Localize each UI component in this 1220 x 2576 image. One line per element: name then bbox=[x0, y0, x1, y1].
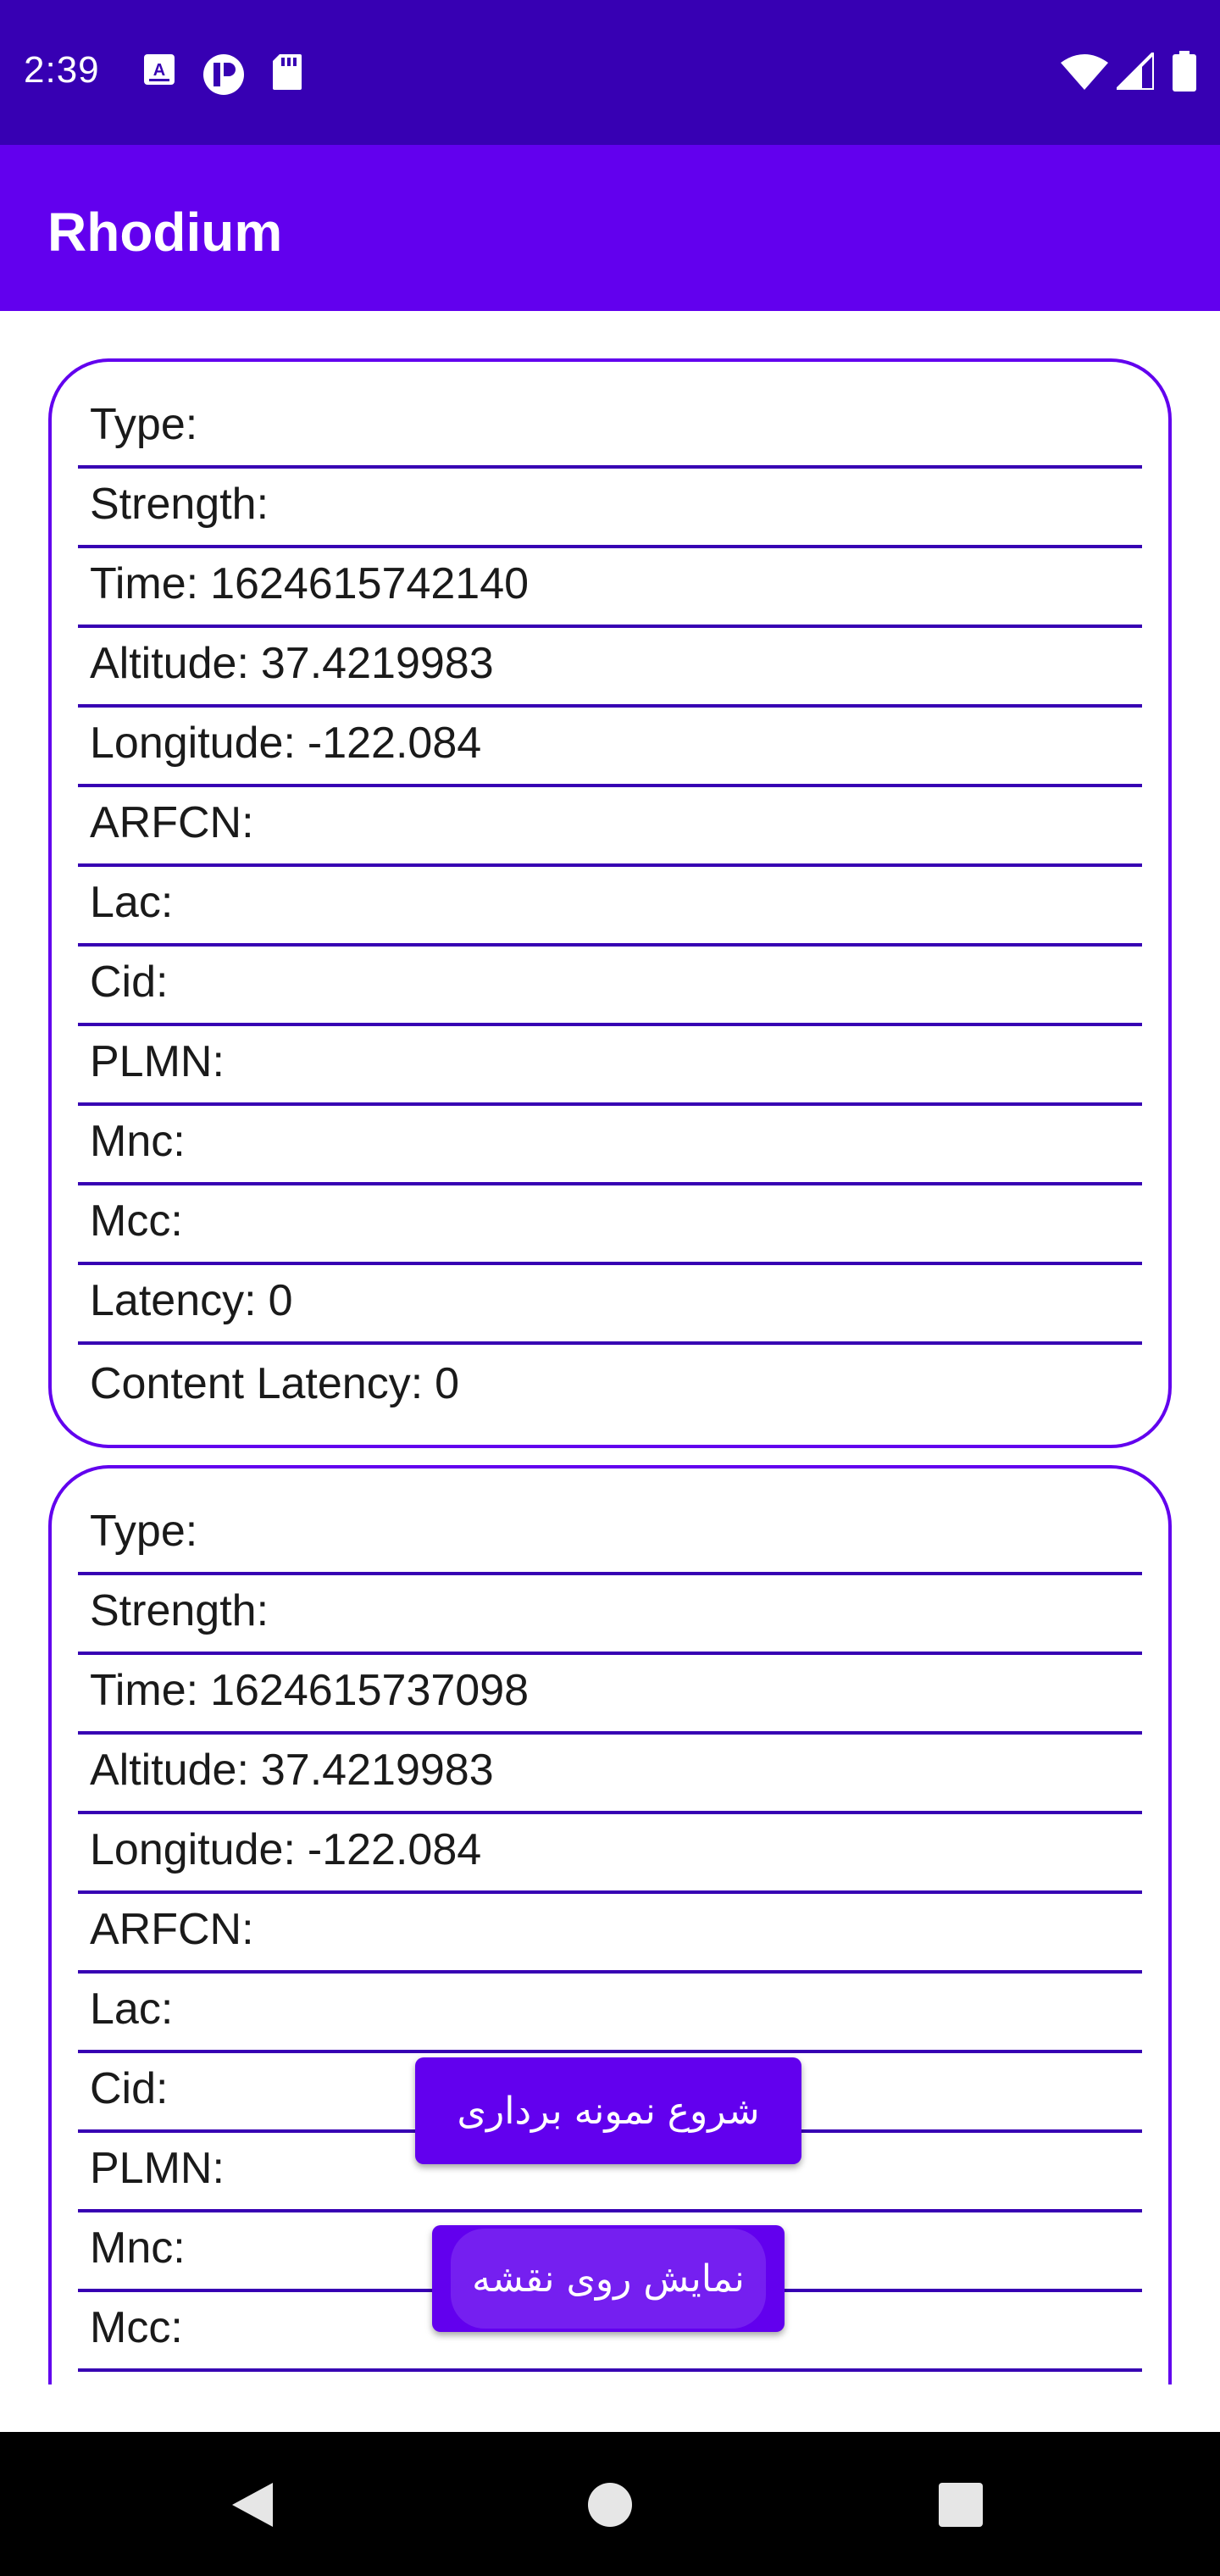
recents-icon[interactable] bbox=[937, 2481, 984, 2529]
row-label: ARFCN: bbox=[90, 1905, 254, 1954]
row-value: 1624615742140 bbox=[210, 559, 530, 608]
row-label: Altitude: bbox=[90, 639, 249, 688]
record-card: Type: Strength: Time: 1624615742140 Altit… bbox=[48, 358, 1172, 1448]
record-row-lac: Lac: bbox=[78, 1974, 1142, 2053]
record-row-arfcn: ARFCN: bbox=[78, 1894, 1142, 1974]
svg-text:A: A bbox=[153, 61, 165, 80]
record-row-longitude: Longitude: -122.084 bbox=[78, 708, 1142, 787]
row-label: Mcc: bbox=[90, 2303, 183, 2352]
show-on-map-label: نمایش روی نقشه bbox=[472, 2257, 745, 2301]
record-row-latency: Latency: 0 bbox=[78, 1265, 1142, 1345]
row-value: 37.4219983 bbox=[260, 639, 494, 688]
row-label: Strength: bbox=[90, 480, 269, 529]
battery-icon bbox=[1173, 51, 1196, 92]
record-row-strength: Strength: bbox=[78, 469, 1142, 548]
app-title: Rhodium bbox=[47, 202, 283, 263]
row-label: Time: bbox=[90, 1666, 199, 1715]
row-value: -122.084 bbox=[307, 719, 482, 768]
row-label: PLMN: bbox=[90, 1037, 225, 1086]
record-row-lac: Lac: bbox=[78, 867, 1142, 947]
record-row-altitude: Altitude: 37.4219983 bbox=[78, 628, 1142, 708]
row-label: Mnc: bbox=[90, 2223, 186, 2273]
row-value: 1624615737098 bbox=[210, 1666, 530, 1715]
a-icon: A bbox=[144, 54, 175, 85]
row-value: 37.4219983 bbox=[260, 1746, 494, 1795]
app-bar: Rhodium bbox=[0, 145, 1220, 311]
row-label: Lac: bbox=[90, 878, 174, 927]
record-row-type: Type: bbox=[78, 1496, 1142, 1575]
home-icon[interactable] bbox=[586, 2481, 634, 2529]
record-row-cid: Cid: bbox=[78, 947, 1142, 1026]
show-on-map-button[interactable]: نمایش روی نقشه bbox=[432, 2225, 785, 2332]
row-label: Longitude: bbox=[90, 1825, 296, 1874]
row-label: Lac: bbox=[90, 1985, 174, 2034]
record-row-time: Time: 1624615737098 bbox=[78, 1655, 1142, 1735]
back-icon[interactable] bbox=[229, 2479, 276, 2530]
row-label: Cid: bbox=[90, 2064, 169, 2113]
row-label: Latency: bbox=[90, 1276, 257, 1325]
sd-card-icon bbox=[273, 54, 302, 90]
record-row-content-latency: Content Latency: 0 bbox=[78, 1345, 1142, 1424]
row-label: Mcc: bbox=[90, 1196, 183, 1246]
row-label: ARFCN: bbox=[90, 798, 254, 847]
row-value: 0 bbox=[268, 1276, 293, 1325]
start-sampling-label: شروع نمونه برداری bbox=[457, 2089, 760, 2133]
row-value: 0 bbox=[435, 1359, 460, 1408]
start-sampling-button[interactable]: شروع نمونه برداری bbox=[415, 2057, 801, 2164]
row-label: Cid: bbox=[90, 958, 169, 1007]
row-label: Strength: bbox=[90, 1586, 269, 1635]
row-value: -122.084 bbox=[307, 1825, 482, 1874]
navigation-bar bbox=[0, 2432, 1220, 2576]
record-row-longitude: Longitude: -122.084 bbox=[78, 1814, 1142, 1894]
row-label: Longitude: bbox=[90, 719, 296, 768]
row-label: Altitude: bbox=[90, 1746, 249, 1795]
row-label: Content Latency: bbox=[90, 1359, 424, 1408]
record-row-time: Time: 1624615742140 bbox=[78, 548, 1142, 628]
record-row-mnc: Mnc: bbox=[78, 1106, 1142, 1185]
row-label: Type: bbox=[90, 1507, 198, 1556]
record-row-type: Type: bbox=[78, 389, 1142, 469]
row-label: Mnc: bbox=[90, 1117, 186, 1166]
record-row-mcc: Mcc: bbox=[78, 1185, 1142, 1265]
record-row-plmn: PLMN: bbox=[78, 1026, 1142, 1106]
record-row-arfcn: ARFCN: bbox=[78, 787, 1142, 867]
status-bar: 2:39 A bbox=[0, 0, 1220, 145]
row-label: Type: bbox=[90, 400, 198, 449]
wifi-icon bbox=[1061, 54, 1108, 90]
status-time: 2:39 bbox=[24, 49, 100, 91]
record-row-altitude: Altitude: 37.4219983 bbox=[78, 1735, 1142, 1814]
r-app-icon bbox=[203, 54, 244, 95]
row-label: Time: bbox=[90, 559, 199, 608]
record-row-strength: Strength: bbox=[78, 1575, 1142, 1655]
row-label: PLMN: bbox=[90, 2144, 225, 2193]
signal-icon bbox=[1117, 53, 1154, 90]
